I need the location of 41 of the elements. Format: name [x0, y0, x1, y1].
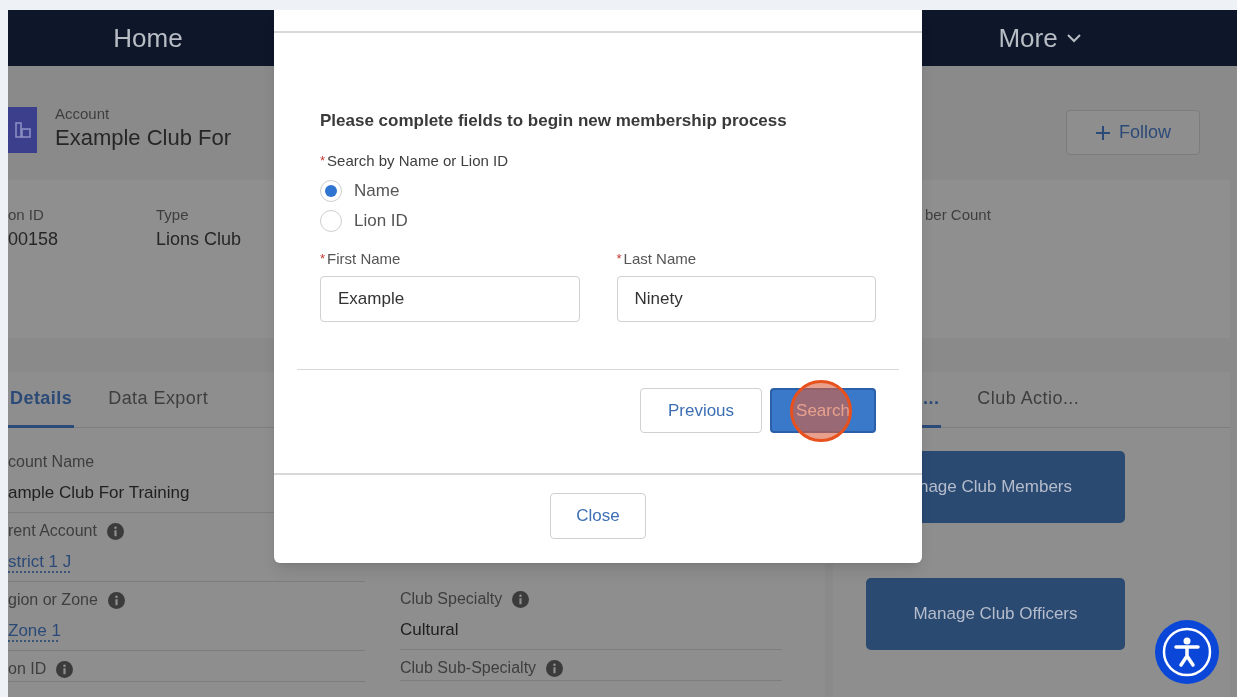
radio-option[interactable]: Lion ID [320, 206, 408, 236]
account-icon [8, 107, 37, 153]
field-value: ample Club For Training [8, 482, 190, 505]
object-type-label: Account [55, 104, 111, 124]
nav-item[interactable]: Home [113, 18, 183, 58]
field-link[interactable]: strict 1 J [8, 549, 72, 575]
follow-button[interactable]: Follow [1066, 110, 1200, 155]
field-label: rent Account [8, 521, 97, 541]
field-label: Club Specialty [400, 589, 503, 609]
plus-icon [1095, 124, 1111, 141]
radio-option[interactable]: Name [320, 176, 400, 206]
highlight-label: Type [156, 205, 190, 225]
field-label: on ID [8, 659, 47, 679]
field-link[interactable]: Zone 1 [8, 618, 61, 644]
required-mark: * [320, 250, 326, 269]
highlight-value: Lions Club [156, 228, 242, 251]
tab[interactable]: Details [8, 372, 75, 428]
record-title: Example Club For [55, 124, 232, 152]
tab[interactable]: Data Export [106, 372, 211, 428]
field-label: count Name [8, 452, 95, 472]
accessibility-icon [1161, 626, 1213, 678]
radio-group-label: Search by Name or Lion ID [327, 150, 508, 171]
close-button[interactable]: Close [550, 493, 646, 539]
field-label: Club Sub-Specialty [400, 658, 537, 678]
required-mark: * [320, 152, 326, 170]
tab[interactable]: Club Actio... [975, 372, 1082, 428]
highlight-label: ber Count [925, 205, 991, 225]
highlight-value: 00158 [8, 228, 59, 251]
highlight-label: on ID [8, 205, 45, 225]
field-value: Cultural [400, 619, 459, 642]
field-label: Last Name [623, 248, 697, 269]
required-mark: * [616, 250, 622, 269]
action-button[interactable]: Manage Club Officers [866, 578, 1125, 650]
field-label: First Name [327, 248, 401, 269]
text-input[interactable]: Example [320, 276, 580, 322]
previous-button[interactable]: Previous [640, 388, 762, 433]
field-label: gion or Zone [8, 590, 98, 610]
chevron-down-icon [1065, 33, 1082, 43]
text-input[interactable]: Ninety [616, 276, 876, 322]
modal-heading: Please complete fields to begin new membership process [320, 110, 788, 132]
nav-item[interactable]: More [998, 18, 1082, 58]
